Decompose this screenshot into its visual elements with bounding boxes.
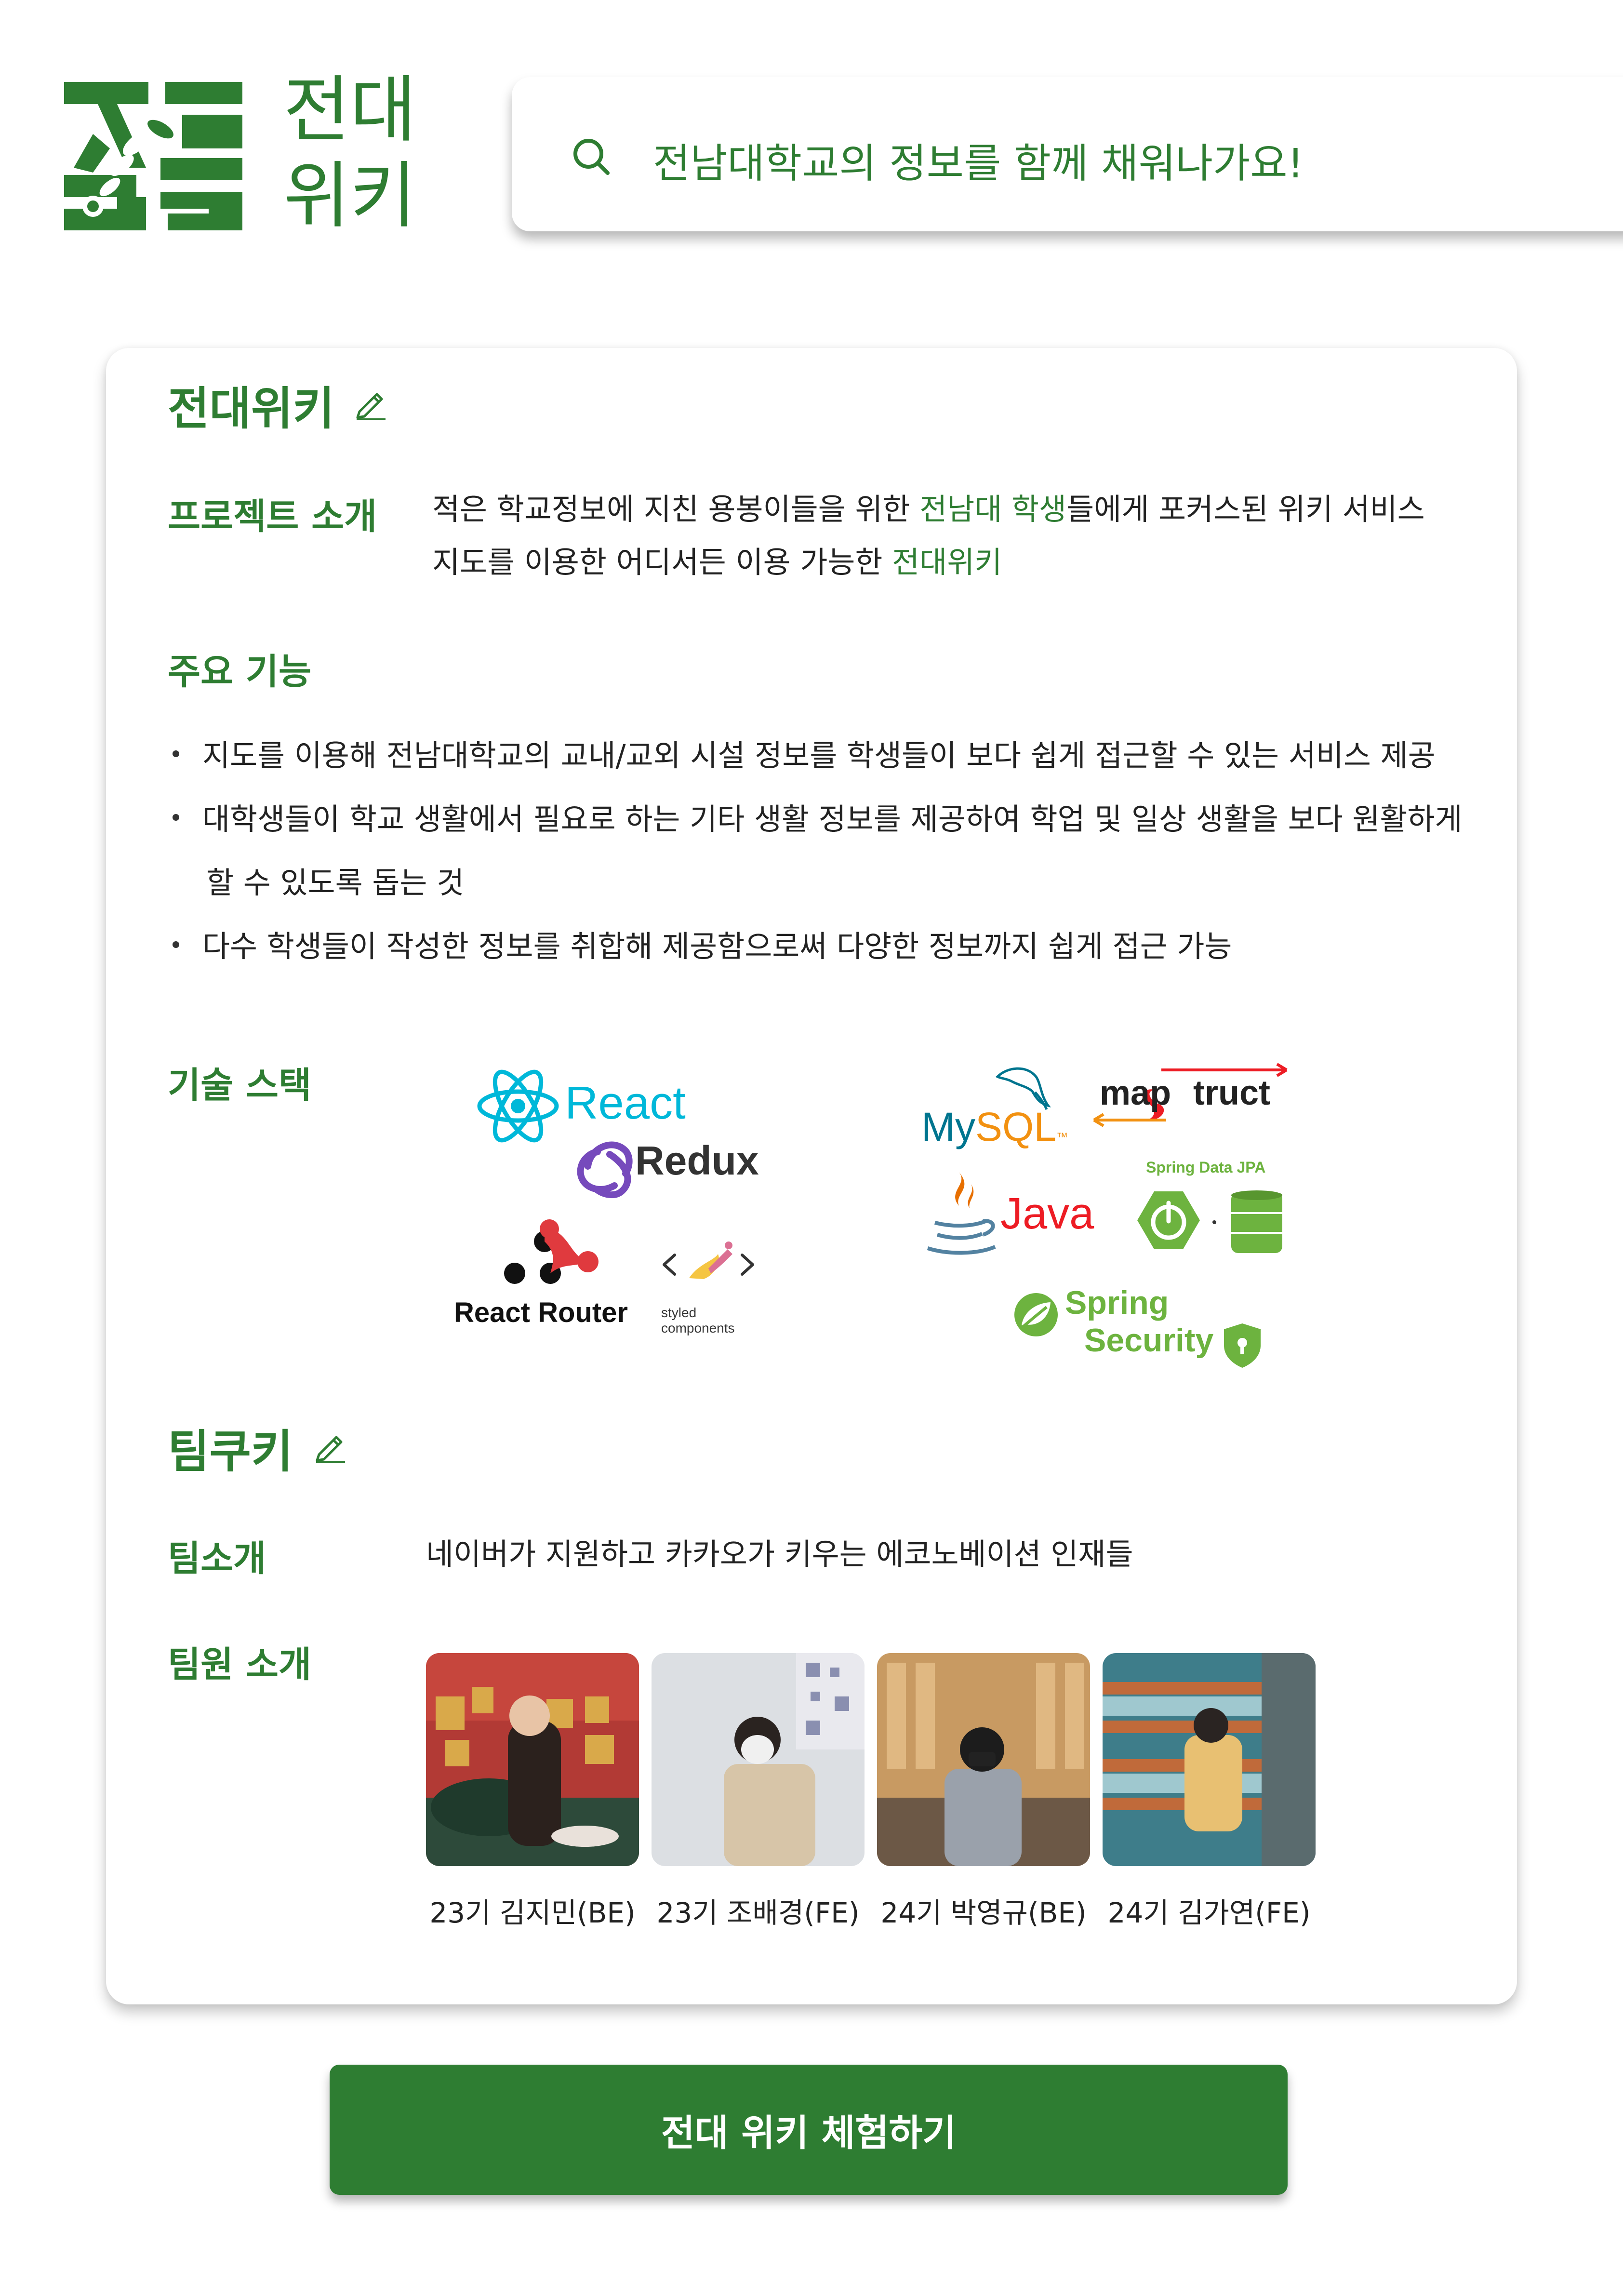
feature-item: 다수 학생들이 작성한 정보를 취합해 제공함으로써 다양한 정보까지 쉽게 접… <box>173 922 1232 965</box>
redux-logo-icon <box>569 1133 641 1202</box>
edit-pencil-icon[interactable] <box>354 387 387 420</box>
member-name: 24기 김가연(FE) <box>1107 1896 1311 1929</box>
spring-data-jpa-label: Spring Data JPA <box>1146 1159 1266 1176</box>
member-photo <box>1103 1653 1316 1866</box>
logo-icon[interactable] <box>64 76 245 235</box>
mysql-tm: ™ <box>1056 1131 1068 1144</box>
member-photo <box>652 1653 865 1866</box>
feature-item: 지도를 이용해 전남대학교의 교내/교외 시설 정보를 학생들이 보다 쉽게 접… <box>173 731 1436 774</box>
edit-pencil-icon[interactable] <box>313 1429 347 1463</box>
search-input[interactable]: 전남대학교의 정보를 함께 채워나가요! <box>653 131 1304 189</box>
react-label: React <box>565 1077 686 1129</box>
search-bar[interactable]: 전남대학교의 정보를 함께 채워나가요! <box>512 77 1623 231</box>
project-intro-line-1: 적은 학교정보에 지친 용봉이들을 위한 전남대 학생들에게 포커스된 위키 서… <box>432 483 1425 536</box>
bullet-dot <box>173 814 179 821</box>
mysql-label: MySQL™ <box>921 1104 1068 1150</box>
team-members-label: 팀원 소개 <box>168 1644 312 1685</box>
java-label: Java <box>1000 1189 1094 1238</box>
intro-highlight: 전대위키 <box>892 545 1002 580</box>
try-wiki-button[interactable]: 전대 위키 체험하기 <box>330 2065 1288 2195</box>
content-card: 전대위키 프로젝트 소개 적은 학교정보에 지친 용봉이들을 위한 전남대 학생… <box>106 348 1517 2004</box>
member-name: 24기 박영규(BE) <box>880 1896 1087 1929</box>
feature-text: 지도를 이용해 전남대학교의 교내/교외 시설 정보를 학생들이 보다 쉽게 접… <box>202 738 1436 773</box>
spring-label: Spring <box>1065 1284 1169 1321</box>
java-cup-icon <box>925 1167 998 1266</box>
feature-text: 다수 학생들이 작성한 정보를 취합해 제공함으로써 다양한 정보까지 쉽게 접… <box>202 929 1232 964</box>
member-photo <box>426 1653 639 1866</box>
features-label: 주요 기능 <box>168 651 312 693</box>
redux-label: Redux <box>635 1138 759 1183</box>
react-router-logo-icon <box>496 1219 612 1294</box>
styled-components-label: styled components <box>661 1305 735 1336</box>
intro-text-part: 지도를 이용한 어디서든 이용 가능한 <box>432 545 892 580</box>
feature-text: 대학생들이 학교 생활에서 필요로 하는 기타 생활 정보를 제공하여 학업 및… <box>202 801 1463 837</box>
feature-item: 대학생들이 학교 생활에서 필요로 하는 기타 생활 정보를 제공하여 학업 및… <box>173 795 1463 838</box>
logo-line-2: 위키 <box>283 154 417 238</box>
react-router-label: React Router <box>454 1297 628 1328</box>
mapstruct-truct-label: truct <box>1193 1074 1270 1112</box>
logo-text: 전대 위키 <box>283 67 416 239</box>
styled-label-line-2: components <box>661 1321 735 1335</box>
intro-text-part: 적은 학교정보에 지친 용봉이들을 위한 <box>432 492 920 527</box>
bullet-dot <box>173 750 179 757</box>
member-name: 23기 김지민(BE) <box>429 1896 636 1929</box>
mysql-label-part: My <box>921 1104 975 1149</box>
intro-highlight: 전남대 학생 <box>919 492 1067 527</box>
spring-data-jpa-icon <box>1132 1187 1296 1261</box>
security-label: Security <box>1084 1322 1214 1359</box>
team-title: 팀쿠키 <box>168 1426 293 1478</box>
styled-components-logo-icon <box>660 1235 757 1295</box>
member-name: 23기 조배경(FE) <box>656 1896 860 1929</box>
member-photo <box>877 1653 1090 1866</box>
feature-item-continued: 할 수 있도록 돕는 것 <box>206 865 465 900</box>
mapstruct-map-label: map <box>1100 1074 1171 1112</box>
project-intro-text: 적은 학교정보에 지친 용봉이들을 위한 전남대 학생들에게 포커스된 위키 서… <box>432 483 1425 589</box>
styled-label-line-1: styled <box>661 1305 697 1320</box>
project-title: 전대위키 <box>168 383 334 435</box>
bullet-dot <box>173 941 179 948</box>
team-intro-label: 팀소개 <box>168 1538 266 1579</box>
logo-line-1: 전대 <box>283 68 417 152</box>
intro-text-part: 들에게 포커스된 위키 서비스 <box>1066 492 1425 527</box>
react-logo-icon <box>477 1069 559 1146</box>
project-intro-label: 프로젝트 소개 <box>168 496 377 537</box>
project-intro-line-2: 지도를 이용한 어디서든 이용 가능한 전대위키 <box>432 536 1425 589</box>
team-intro-text: 네이버가 지원하고 카카오가 키우는 에코노베이션 인재들 <box>426 1536 1133 1572</box>
shield-icon <box>1222 1322 1263 1371</box>
mysql-label-part: SQL <box>975 1104 1057 1149</box>
tech-stack-label: 기술 스택 <box>168 1065 312 1106</box>
spring-leaf-icon <box>1012 1291 1060 1341</box>
search-icon[interactable] <box>572 137 611 176</box>
